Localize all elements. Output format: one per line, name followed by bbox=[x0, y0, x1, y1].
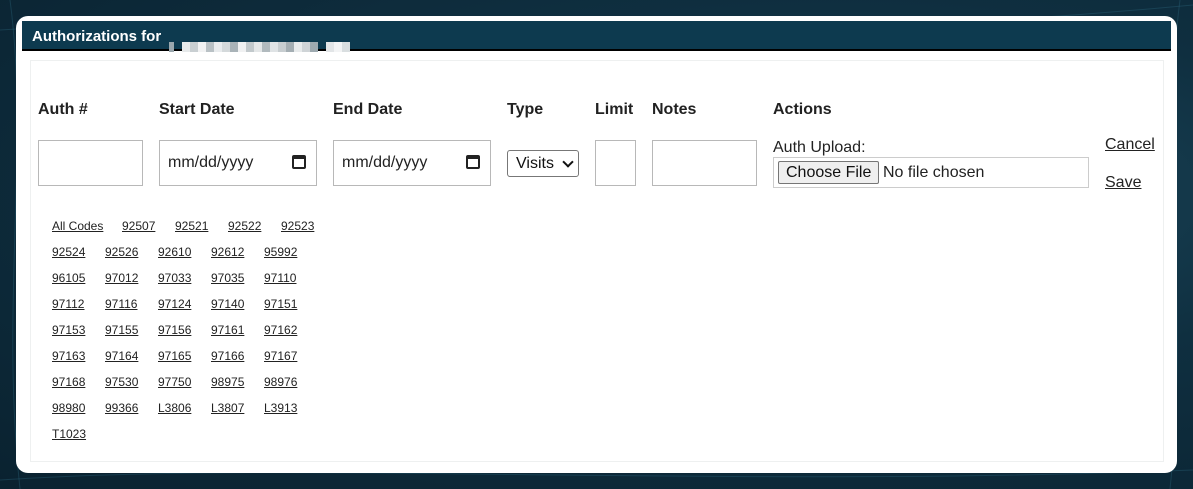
code-link[interactable]: 92523 bbox=[281, 219, 314, 233]
code-link[interactable]: L3806 bbox=[158, 401, 191, 415]
file-status: No file chosen bbox=[883, 164, 985, 181]
chevron-down-icon bbox=[562, 156, 574, 168]
code-link[interactable]: 92521 bbox=[175, 219, 208, 233]
code-link[interactable]: 97167 bbox=[264, 349, 297, 363]
header-type: Type bbox=[507, 101, 544, 118]
header-actions: Actions bbox=[773, 101, 832, 118]
code-link[interactable]: 97110 bbox=[264, 271, 296, 285]
header-limit: Limit bbox=[595, 101, 634, 118]
code-link[interactable]: 92507 bbox=[122, 219, 155, 233]
code-link[interactable]: L3913 bbox=[264, 401, 297, 415]
code-link[interactable]: 97033 bbox=[158, 271, 191, 285]
code-link[interactable]: 97012 bbox=[105, 271, 138, 285]
code-link[interactable]: 97124 bbox=[158, 297, 191, 311]
calendar-icon[interactable] bbox=[292, 155, 306, 169]
cancel-link[interactable]: Cancel bbox=[1105, 136, 1155, 154]
redacted-name bbox=[169, 32, 351, 53]
calendar-icon[interactable] bbox=[466, 155, 480, 169]
code-link[interactable]: 97166 bbox=[211, 349, 244, 363]
code-link[interactable]: 95992 bbox=[264, 245, 297, 259]
type-select[interactable]: Visits bbox=[507, 150, 579, 177]
header-end-date: End Date bbox=[333, 101, 403, 118]
code-link[interactable]: 97153 bbox=[52, 323, 85, 337]
header-notes: Notes bbox=[652, 101, 697, 118]
code-link[interactable]: 98980 bbox=[52, 401, 85, 415]
auth-upload-label: Auth Upload: bbox=[773, 139, 866, 156]
code-link[interactable]: 97156 bbox=[158, 323, 191, 337]
save-link[interactable]: Save bbox=[1105, 174, 1141, 192]
code-link[interactable]: 97140 bbox=[211, 297, 244, 311]
auth-number-input[interactable] bbox=[38, 140, 143, 186]
code-link[interactable]: 97168 bbox=[52, 375, 85, 389]
end-date-input[interactable]: mm/dd/yyyy bbox=[333, 140, 491, 186]
auth-upload-field: Choose File No file chosen bbox=[773, 157, 1089, 188]
code-link[interactable]: 97116 bbox=[105, 297, 137, 311]
code-link[interactable]: 97750 bbox=[158, 375, 191, 389]
code-link[interactable]: 92526 bbox=[105, 245, 138, 259]
code-link[interactable]: 96105 bbox=[52, 271, 85, 285]
code-link[interactable]: 99366 bbox=[105, 401, 138, 415]
start-date-input[interactable]: mm/dd/yyyy bbox=[159, 140, 317, 186]
header-start-date: Start Date bbox=[159, 101, 235, 118]
code-link[interactable]: 97035 bbox=[211, 271, 244, 285]
code-link[interactable]: 97161 bbox=[211, 323, 244, 337]
code-link[interactable]: 92524 bbox=[52, 245, 85, 259]
code-link[interactable]: T1023 bbox=[52, 427, 86, 441]
code-link[interactable]: 92610 bbox=[158, 245, 191, 259]
header-auth-number: Auth # bbox=[38, 101, 88, 118]
code-link-all[interactable]: All Codes bbox=[52, 219, 103, 233]
code-link[interactable]: 97165 bbox=[158, 349, 191, 363]
code-link[interactable]: 97530 bbox=[105, 375, 138, 389]
notes-input[interactable] bbox=[652, 140, 757, 186]
panel-title: Authorizations for bbox=[32, 28, 162, 45]
code-link[interactable]: 97163 bbox=[52, 349, 85, 363]
form-container bbox=[30, 60, 1164, 462]
code-link[interactable]: 92612 bbox=[211, 245, 244, 259]
choose-file-button[interactable]: Choose File bbox=[778, 161, 880, 184]
code-link[interactable]: 97112 bbox=[52, 297, 84, 311]
code-link[interactable]: 97155 bbox=[105, 323, 138, 337]
code-link[interactable]: 97162 bbox=[264, 323, 297, 337]
code-link[interactable]: 97164 bbox=[105, 349, 138, 363]
code-link[interactable]: 97151 bbox=[264, 297, 297, 311]
authorizations-panel: Authorizations for Auth # Start Date End… bbox=[16, 16, 1177, 473]
end-date-placeholder: mm/dd/yyyy bbox=[342, 154, 428, 171]
type-selected-value: Visits bbox=[516, 155, 554, 172]
panel-title-bar: Authorizations for bbox=[22, 21, 1171, 53]
code-link[interactable]: 98976 bbox=[264, 375, 297, 389]
code-link[interactable]: 98975 bbox=[211, 375, 244, 389]
start-date-placeholder: mm/dd/yyyy bbox=[168, 154, 254, 171]
code-link[interactable]: L3807 bbox=[211, 401, 244, 415]
code-link[interactable]: 92522 bbox=[228, 219, 261, 233]
limit-input[interactable] bbox=[595, 140, 636, 186]
